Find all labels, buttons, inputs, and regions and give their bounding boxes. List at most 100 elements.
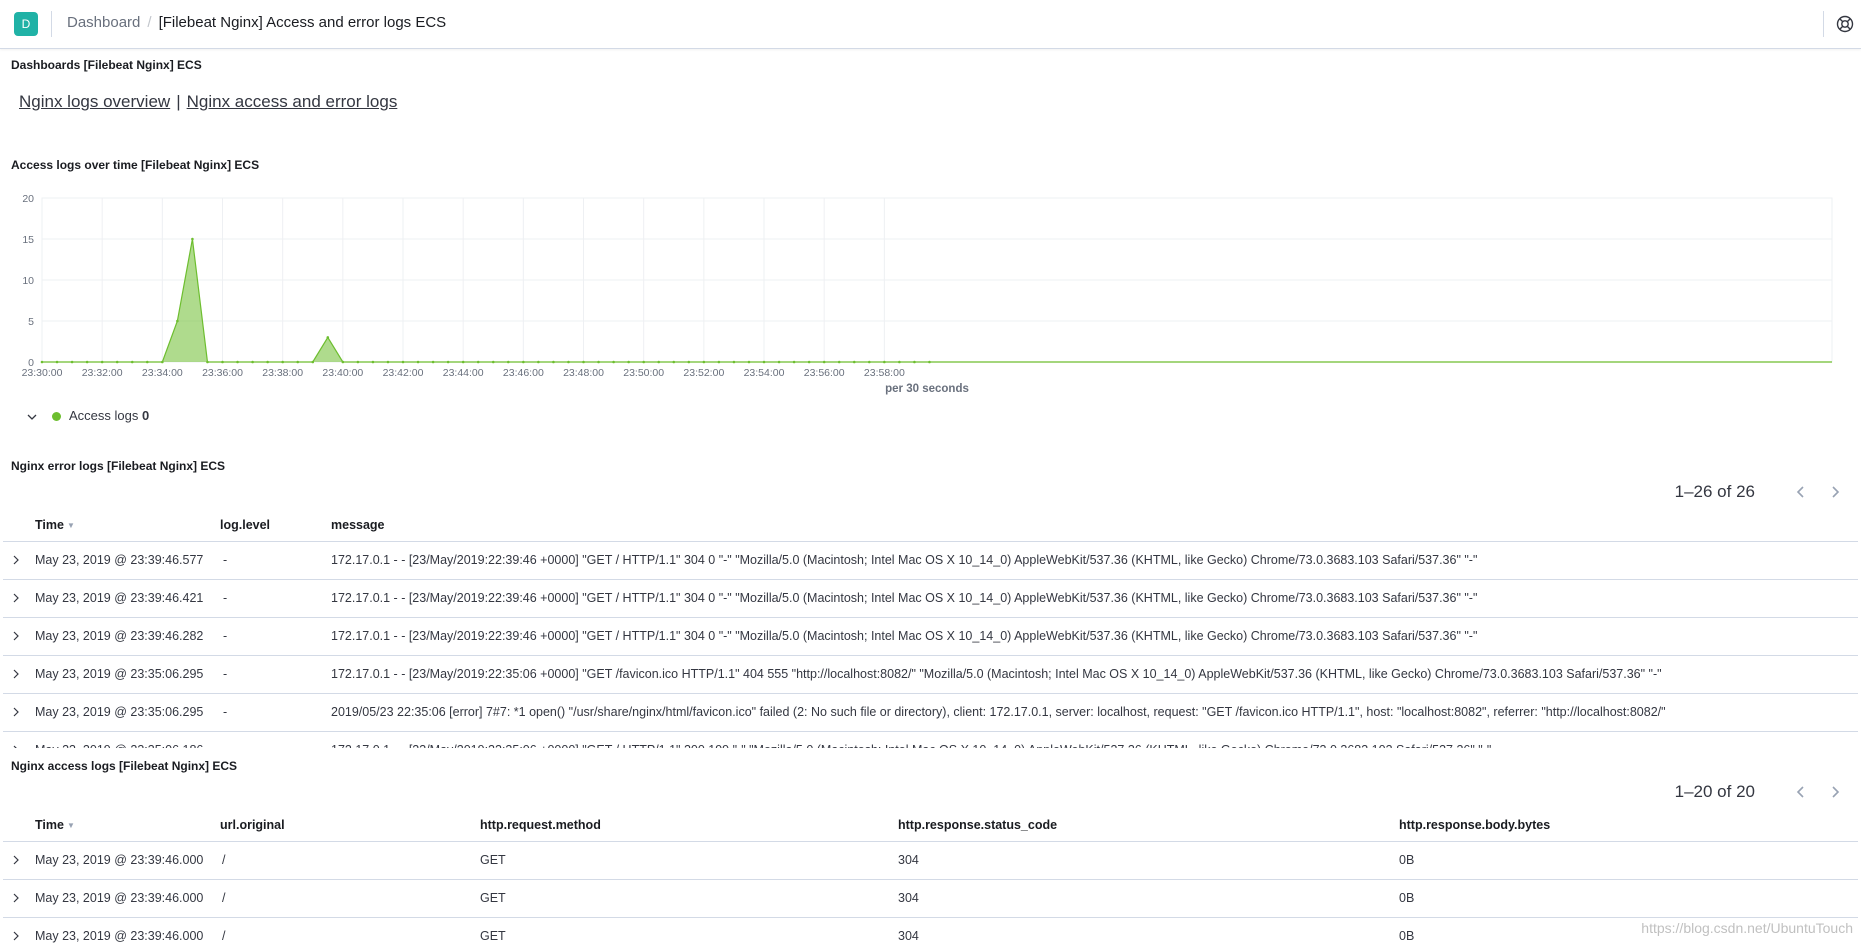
x-tick-label: 23:36:00	[202, 367, 243, 379]
data-point	[852, 360, 856, 364]
space-avatar[interactable]: D	[14, 12, 38, 36]
x-tick-label: 23:32:00	[82, 367, 123, 379]
data-point	[913, 360, 916, 364]
data-point	[522, 360, 525, 364]
error-logs-scroll-area[interactable]: Time ▼ log.level message May 23, 2019 @ 2…	[0, 508, 1861, 748]
cell-time: May 23, 2019 @ 23:39:46.577	[35, 553, 204, 567]
x-tick-label: 23:30:00	[22, 367, 63, 379]
x-tick-label: 23:44:00	[443, 367, 484, 379]
cell-log-level: -	[223, 705, 228, 719]
link-nginx-access-error-logs[interactable]: Nginx access and error logs	[187, 92, 398, 111]
table-row[interactable]: May 23, 2019 @ 23:35:06.295 - 172.17.0.1 -…	[3, 656, 1858, 694]
table-row[interactable]: May 23, 2019 @ 23:35:06.295 - 2019/05/23 2…	[3, 694, 1858, 732]
cell-http-response-status-code: 304	[898, 929, 919, 943]
cell-time: May 23, 2019 @ 23:39:46.421	[35, 591, 204, 605]
access-logs-count: 1–20 of 20	[1674, 781, 1755, 801]
column-header-url-original[interactable]: url.original	[220, 818, 285, 832]
data-point	[236, 360, 239, 364]
data-point	[446, 360, 450, 364]
table-row[interactable]: May 23, 2019 @ 23:39:46.000 / GET 304 0B	[3, 842, 1858, 880]
data-point	[40, 360, 44, 364]
access-logs-scroll-area[interactable]: Time ▼ url.original http.request.method h…	[0, 808, 1861, 945]
data-point	[868, 360, 871, 364]
data-point	[762, 360, 766, 364]
table-row[interactable]: May 23, 2019 @ 23:39:46.421 - 172.17.0.1 -…	[3, 580, 1858, 618]
expand-row-icon[interactable]	[11, 930, 21, 942]
data-point	[356, 360, 360, 364]
data-point	[326, 336, 330, 339]
data-point	[401, 360, 405, 364]
legend-label[interactable]: Access logs	[69, 408, 138, 423]
cell-time: May 23, 2019 @ 23:35:06.186	[35, 743, 203, 748]
column-header-http-response-status-code[interactable]: http.response.status_code	[898, 818, 1057, 832]
data-point	[70, 360, 74, 364]
error-logs-pagination: 1–26 of 26	[1675, 481, 1843, 505]
sort-icon[interactable]: ▼	[67, 821, 75, 830]
chevron-down-icon[interactable]	[26, 411, 38, 423]
next-page-icon[interactable]	[1827, 484, 1843, 500]
link-nginx-logs-overview[interactable]: Nginx logs overview	[19, 92, 170, 111]
data-point	[491, 360, 495, 364]
data-point	[582, 360, 585, 364]
expand-row-icon[interactable]	[11, 744, 21, 748]
breadcrumb-dashboard[interactable]: Dashboard	[67, 14, 140, 31]
table-row[interactable]: May 23, 2019 @ 23:39:46.000 / GET 304 0B	[3, 918, 1858, 945]
cell-http-response-status-code: 304	[898, 853, 919, 867]
table-row[interactable]: May 23, 2019 @ 23:39:46.577 - 172.17.0.1 -…	[3, 542, 1858, 580]
series-line	[42, 238, 1832, 363]
next-page-icon[interactable]	[1827, 784, 1843, 800]
sort-icon[interactable]: ▼	[67, 521, 75, 530]
x-tick-label: 23:58:00	[864, 367, 905, 379]
x-tick-label: 23:38:00	[262, 367, 303, 379]
cell-http-response-status-code: 304	[898, 891, 919, 905]
data-point	[296, 360, 300, 364]
column-header-http-request-method[interactable]: http.request.method	[480, 818, 601, 832]
data-point	[672, 360, 676, 364]
data-point	[145, 360, 149, 364]
error-logs-count: 1–26 of 26	[1674, 481, 1755, 501]
data-point	[191, 237, 194, 241]
cell-message: 172.17.0.1 - - [23/May/2019:22:39:46 +00…	[331, 591, 1478, 605]
table-header: Time ▼ url.original http.request.method h…	[3, 808, 1858, 842]
column-header-message[interactable]: message	[331, 518, 385, 532]
column-header-time[interactable]: Time ▼	[35, 818, 75, 832]
data-point	[807, 360, 811, 364]
expand-row-icon[interactable]	[11, 554, 21, 566]
x-tick-label: 23:34:00	[142, 367, 183, 379]
data-point	[266, 360, 269, 364]
cell-time: May 23, 2019 @ 23:35:06.295	[35, 667, 204, 681]
table-row[interactable]: May 23, 2019 @ 23:39:46.000 / GET 304 0B	[3, 880, 1858, 918]
expand-row-icon[interactable]	[11, 668, 21, 680]
data-point	[416, 360, 420, 364]
expand-row-icon[interactable]	[11, 854, 21, 866]
help-icon[interactable]	[1836, 15, 1854, 33]
table-header: Time ▼ log.level message	[3, 508, 1858, 542]
data-point	[221, 360, 224, 364]
cell-url-original: /	[222, 891, 226, 905]
expand-row-icon[interactable]	[11, 706, 21, 718]
cell-log-level: -	[223, 629, 228, 643]
cell-http-request-method: GET	[480, 853, 506, 867]
data-point	[537, 360, 540, 364]
header-divider-right	[1823, 11, 1824, 37]
column-header-time[interactable]: Time ▼	[35, 518, 75, 532]
table-row[interactable]: May 23, 2019 @ 23:39:46.282 - 172.17.0.1 -…	[3, 618, 1858, 656]
prev-page-icon[interactable]	[1793, 484, 1809, 500]
data-point	[281, 360, 284, 364]
x-tick-label: 23:54:00	[744, 367, 785, 379]
breadcrumb: Dashboard / [Filebeat Nginx] Access and er…	[67, 14, 446, 31]
cell-http-response-body-bytes: 0B	[1399, 929, 1415, 943]
expand-row-icon[interactable]	[11, 630, 21, 642]
expand-row-icon[interactable]	[11, 592, 21, 604]
cell-url-original: /	[222, 853, 226, 867]
column-header-http-response-body-bytes[interactable]: http.response.body.bytes	[1399, 818, 1550, 832]
data-point	[777, 360, 781, 364]
expand-row-icon[interactable]	[11, 892, 21, 904]
cell-message: 172.17.0.1 - - [23/May/2019:22:39:46 +00…	[331, 553, 1478, 567]
table-row[interactable]: May 23, 2019 @ 23:35:06.186 - 172.17.0.1 -…	[3, 732, 1858, 748]
cell-log-level: -	[223, 743, 227, 748]
column-header-log-level[interactable]: log.level	[220, 518, 270, 532]
prev-page-icon[interactable]	[1793, 784, 1809, 800]
x-tick-label: 23:52:00	[683, 367, 724, 379]
data-point	[747, 360, 751, 364]
